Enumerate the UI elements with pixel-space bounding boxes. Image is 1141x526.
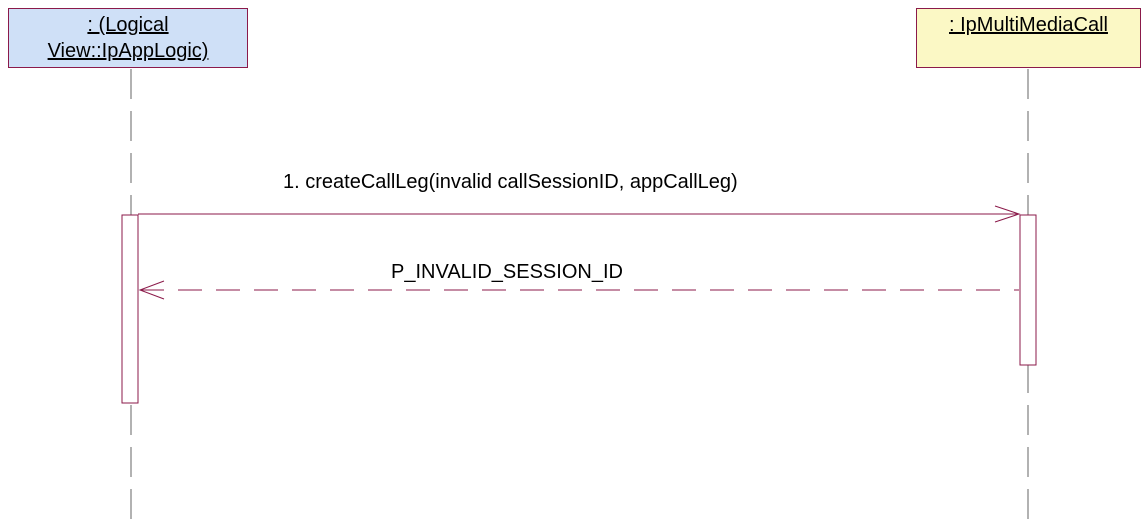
participant-multimedia-call: : IpMultiMediaCall (916, 8, 1141, 68)
sequence-diagram: : (Logical View::IpAppLogic) : IpMultiMe… (0, 0, 1141, 526)
participant-app-logic-line2: View::IpAppLogic) (47, 40, 209, 62)
activation-left (121, 214, 139, 404)
activation-right (1019, 214, 1037, 366)
participant-app-logic: : (Logical View::IpAppLogic) (8, 8, 248, 68)
message-2-label: P_INVALID_SESSION_ID (391, 261, 623, 283)
message-1-label: 1. createCallLeg(invalid callSessionID, … (283, 171, 738, 193)
participant-multimedia-call-label: : IpMultiMediaCall (949, 14, 1108, 36)
participant-app-logic-line1: : (Logical (87, 14, 169, 36)
